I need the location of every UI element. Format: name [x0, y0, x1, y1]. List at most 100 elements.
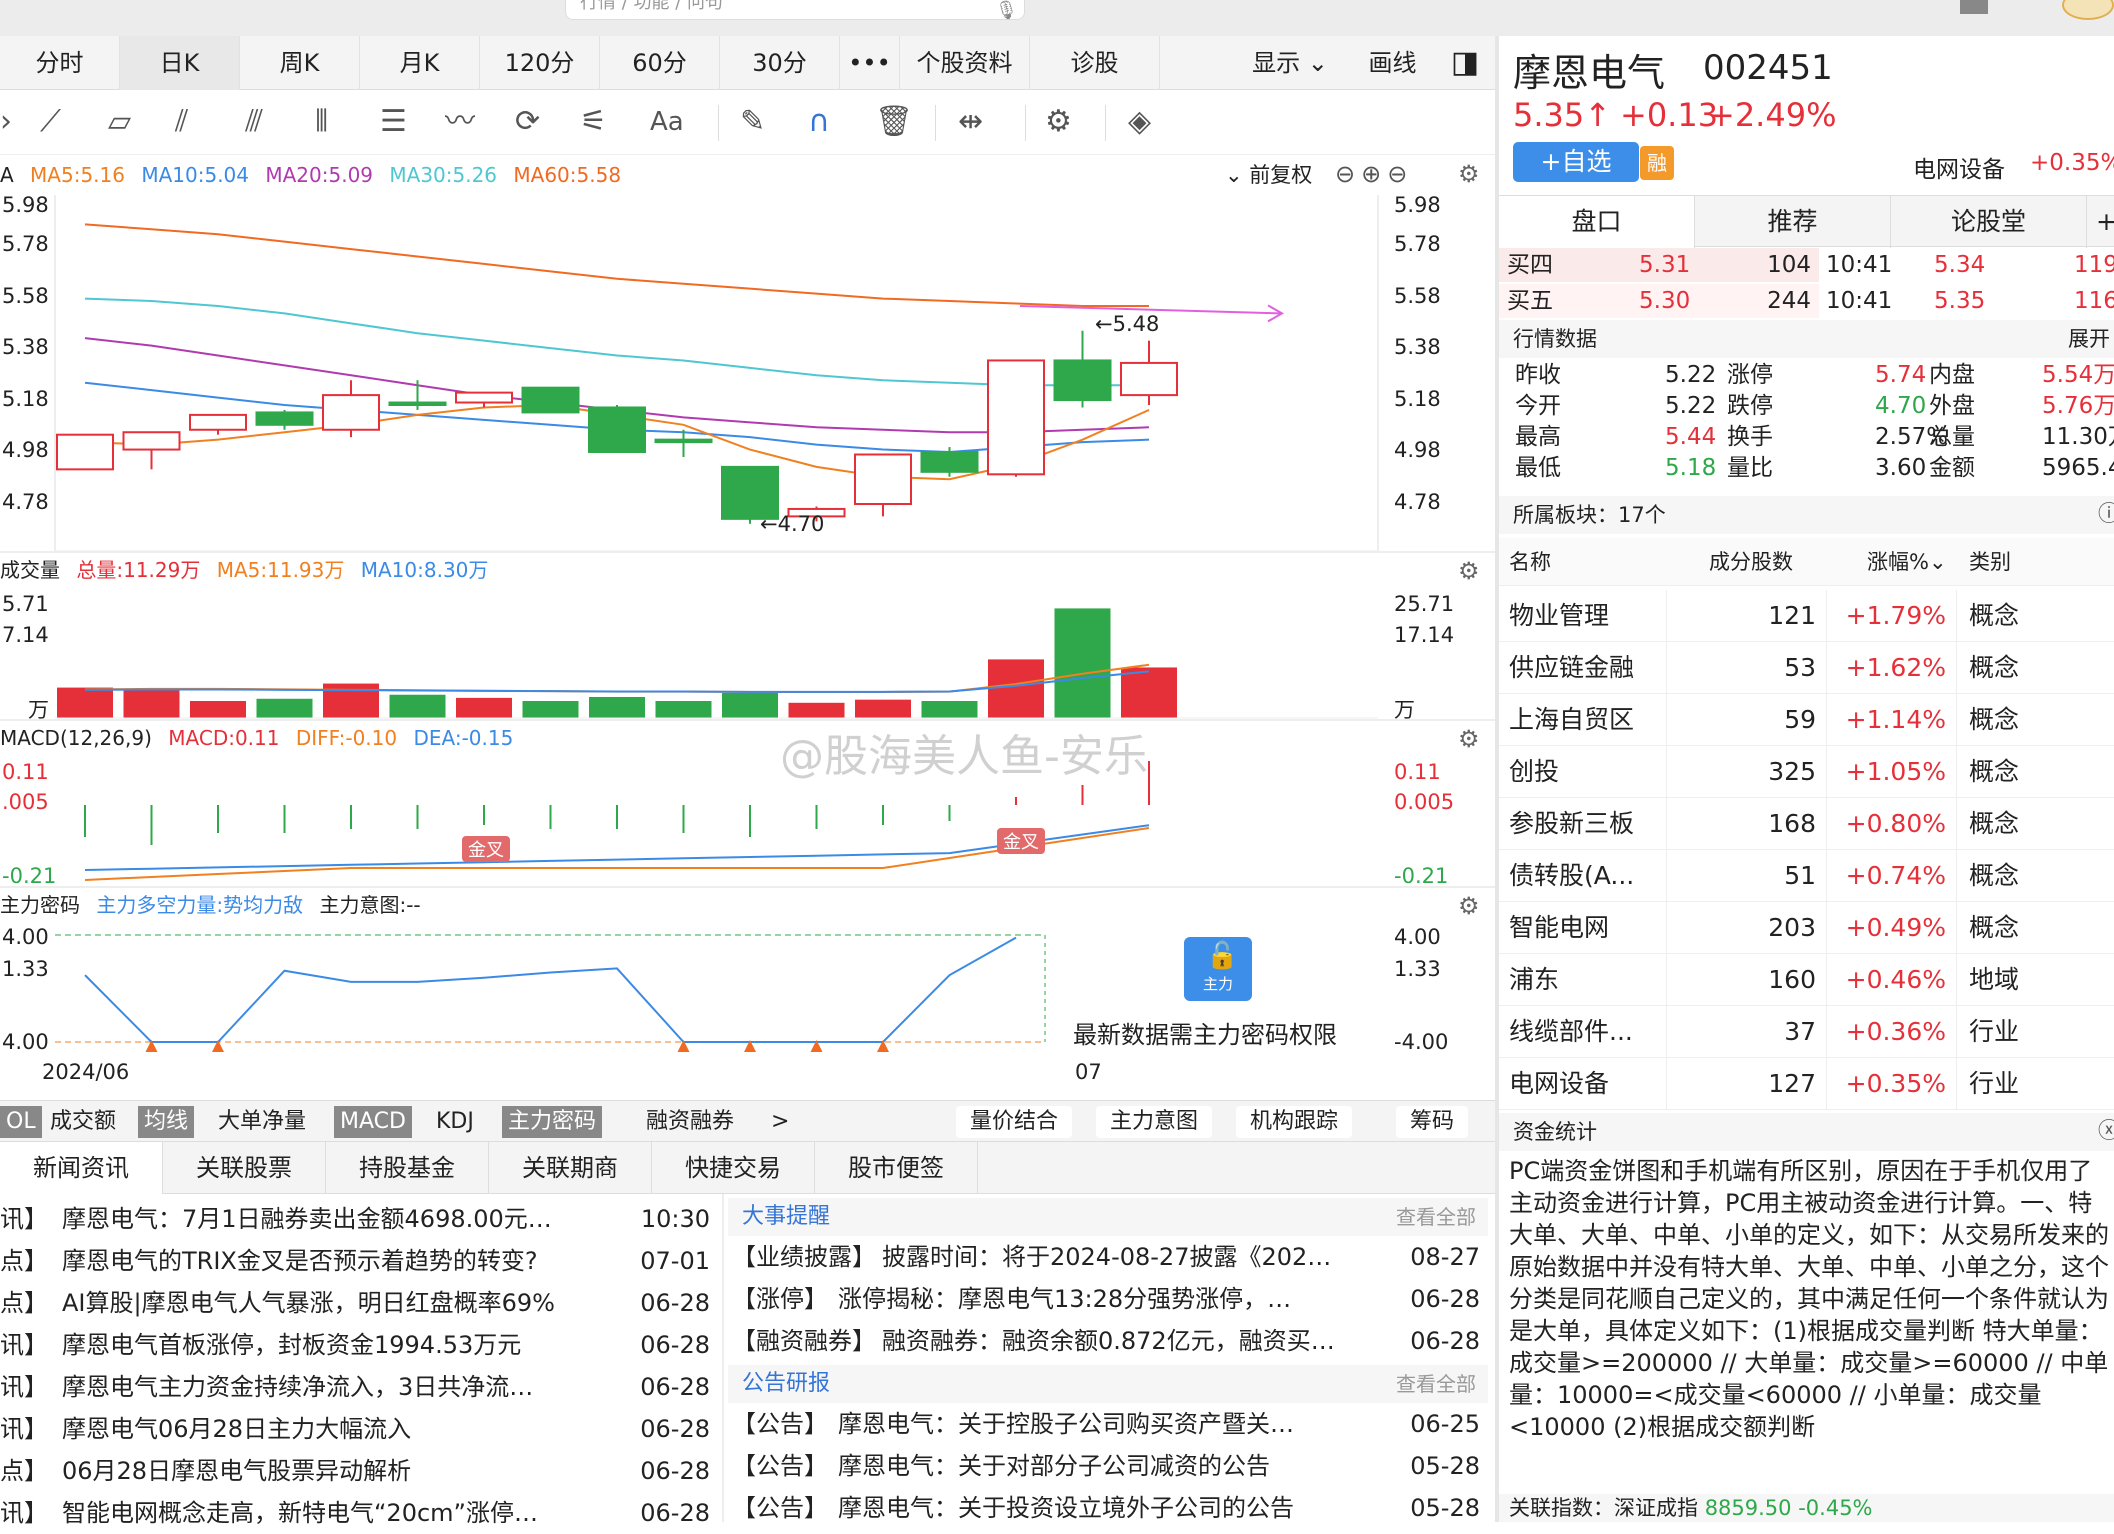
range-icon[interactable]: ⇹ [958, 104, 983, 140]
cycle-icon[interactable]: ⟳ [515, 104, 540, 140]
col-header-type[interactable]: 类别 [1969, 538, 2011, 590]
tab-chips[interactable]: 筹码 [1396, 1106, 1469, 1138]
tab-diagnosis[interactable]: 诊股 [1030, 36, 1160, 90]
sector-row[interactable]: 线缆部件... 37 +0.36% 行业 [1499, 1006, 2114, 1058]
event-item[interactable]: 【涨停】 涨停揭秘：摩恩电气13:28分强势涨停，… 06-28 [728, 1278, 1488, 1320]
sector-row[interactable]: 债转股(A... 51 +0.74% 概念 [1499, 850, 2114, 902]
sector-row[interactable]: 创投 325 +1.05% 概念 [1499, 746, 2114, 798]
event-item[interactable]: 【公告】 摩恩电气：关于对部分子公司减资的公告 05-28 [728, 1445, 1488, 1487]
expand-link[interactable]: 展开 [2068, 320, 2110, 358]
zljm-settings-icon[interactable]: ⚙ [1458, 892, 1480, 920]
tab-holding-funds[interactable]: 持股基金 [326, 1142, 489, 1194]
tab-related-stocks[interactable]: 关联股票 [163, 1142, 326, 1194]
tab-notes[interactable]: 股市便签 [815, 1142, 978, 1194]
layers-icon[interactable]: ◈ [1128, 104, 1151, 140]
eraser-icon[interactable]: ✎ [740, 104, 765, 140]
tab-60min[interactable]: 60分 [600, 36, 720, 90]
tab-big-order[interactable]: 大单净量 [212, 1106, 312, 1138]
settings-icon[interactable]: ⚙ [1045, 104, 1072, 140]
news-item[interactable]: 点】 摩恩电气的TRIX金叉是否预示着趋势的转变? 07-01 [0, 1240, 720, 1282]
view-all-link[interactable]: 查看全部 [1396, 1198, 1476, 1236]
tab-related-futures[interactable]: 关联期商 [489, 1142, 652, 1194]
tab-price-volume[interactable]: 量价结合 [956, 1106, 1073, 1138]
event-item[interactable]: 【融资融券】 融资融券：融资余额0.872亿元，融资买… 06-28 [728, 1320, 1488, 1362]
search-input[interactable]: 行情 / 功能 / 问句 [565, 0, 1025, 20]
tab-forum[interactable]: 论股堂 [1891, 196, 2087, 248]
tab-macd[interactable]: MACD [334, 1106, 412, 1138]
news-item[interactable]: 讯】 智能电网概念走高，新特电气“20cm”涨停… 06-28 [0, 1492, 720, 1534]
tab-stock-profile[interactable]: 个股资料 [900, 36, 1030, 90]
news-item[interactable]: 讯】 摩恩电气首板涨停，封板资金1994.53万元 06-28 [0, 1324, 720, 1366]
tab-monthly-k[interactable]: 月K [360, 36, 480, 90]
news-item[interactable]: 点】 AI算股|摩恩电气人气暴涨，明日红盘概率69% 06-28 [0, 1282, 720, 1324]
unlock-button[interactable]: 🔓 主力 [1184, 937, 1252, 1001]
macd-settings-icon[interactable]: ⚙ [1458, 725, 1480, 753]
news-item[interactable]: 讯】 摩恩电气06月28日主力大幅流入 06-28 [0, 1408, 720, 1450]
fibonacci-icon[interactable]: ☰ [380, 104, 407, 140]
rectangle-icon[interactable]: ▱ [108, 104, 131, 140]
tab-vol[interactable]: OL [0, 1106, 42, 1138]
event-item[interactable]: 【公告】 摩恩电气：关于投资设立境外子公司的公告 05-28 [728, 1487, 1488, 1529]
margin-badge[interactable]: 融 [1640, 146, 1674, 180]
tab-recommend[interactable]: 推荐 [1695, 196, 1891, 248]
tab-institution[interactable]: 机构跟踪 [1236, 1106, 1353, 1138]
fan-lines-icon[interactable]: ⫽ [175, 104, 188, 140]
news-item[interactable]: 点】 06月28日摩恩电气股票异动解析 06-28 [0, 1450, 720, 1492]
line-segment-icon[interactable]: ⟋ [40, 104, 61, 140]
info-icon[interactable]: ⓘ [2098, 496, 2114, 534]
window-icon[interactable] [1960, 0, 1988, 14]
sector-name[interactable]: 电网设备 [1913, 150, 2005, 184]
add-watchlist-button[interactable]: +自选 [1513, 142, 1639, 182]
event-item[interactable]: 【公告】 摩恩电气：关于控股子公司购买资产暨关联… 06-25 [728, 1403, 1488, 1445]
draw-line-button[interactable]: 画线 [1350, 36, 1435, 90]
gann-icon[interactable]: ⚟ [580, 104, 607, 140]
tab-daily-k[interactable]: 日K [120, 36, 240, 90]
tab-news[interactable]: 新闻资讯 [0, 1142, 163, 1194]
event-date: 06-25 [1410, 1410, 1480, 1438]
text-tool-icon[interactable]: Aa [650, 104, 684, 140]
view-all-link[interactable]: 查看全部 [1396, 1365, 1476, 1403]
tab-more[interactable]: ••• [840, 36, 900, 90]
close-icon[interactable]: ⓧ [2098, 1113, 2114, 1151]
tab-zljm[interactable]: 主力密码 [502, 1106, 603, 1138]
tab-margin[interactable]: 融资融券 [640, 1106, 740, 1138]
magnet-icon[interactable]: ∩ [808, 104, 830, 140]
tab-kdj[interactable]: KDJ [430, 1106, 480, 1138]
tab-120min[interactable]: 120分 [480, 36, 600, 90]
news-item[interactable]: 讯】 摩恩电气：7月1日融券卖出金额4698.00元… 10:30 [0, 1198, 720, 1240]
sector-row[interactable]: 供应链金融 53 +1.62% 概念 [1499, 642, 2114, 694]
tab-ma[interactable]: 均线 [138, 1106, 195, 1138]
wave-icon[interactable]: 〰 [445, 104, 475, 140]
sector-row[interactable]: 浦东 160 +0.46% 地域 [1499, 954, 2114, 1006]
tab-turnover[interactable]: 成交额 [44, 1106, 122, 1138]
col-header-pct[interactable]: 涨幅%⌄ [1867, 538, 1947, 590]
vertical-lines-icon[interactable]: ⦀ [315, 104, 328, 140]
col-header-count[interactable]: 成分股数 [1709, 538, 1793, 590]
sector-row[interactable]: 智能电网 203 +0.49% 概念 [1499, 902, 2114, 954]
display-dropdown[interactable]: 显示 ⌄ [1230, 36, 1350, 90]
trash-icon[interactable]: 🗑 [875, 104, 913, 140]
tab-orderbook[interactable]: 盘口 [1499, 196, 1695, 248]
news-item[interactable]: 讯】 摩恩电气主力资金持续净流入，3日共净流… 06-28 [0, 1366, 720, 1408]
tab-30min[interactable]: 30分 [720, 36, 840, 90]
sector-row[interactable]: 电网设备 127 +0.35% 行业 [1499, 1058, 2114, 1110]
sector-row[interactable]: 物业管理 121 +1.79% 概念 [1499, 590, 2114, 642]
tab-main-intent[interactable]: 主力意图 [1096, 1106, 1213, 1138]
bid-price: 5.30 [1639, 288, 1691, 314]
microphone-icon[interactable]: 🎙 [995, 0, 1018, 21]
col-header-name[interactable]: 名称 [1509, 538, 1551, 590]
parallel-lines-icon[interactable]: ⫻ [245, 104, 263, 140]
related-index[interactable]: 关联指数：深证成指 8859.50 -0.45% [1499, 1494, 2114, 1522]
event-item[interactable]: 【业绩披露】 披露时间：将于2024-08-27披露《202… 08-27 [728, 1236, 1488, 1278]
add-tab-icon[interactable]: + [2087, 196, 2114, 248]
tab-intraday[interactable]: 分时 [0, 36, 120, 90]
tab-quick-trade[interactable]: 快捷交易 [652, 1142, 815, 1194]
axis-tick: 1.33 [2, 957, 49, 981]
panel-toggle-icon[interactable]: ◨ [1440, 36, 1490, 90]
volume-settings-icon[interactable]: ⚙ [1458, 557, 1480, 585]
tab-weekly-k[interactable]: 周K [240, 36, 360, 90]
tab-scroll-right[interactable]: > [765, 1106, 795, 1138]
sector-row[interactable]: 上海自贸区 59 +1.14% 概念 [1499, 694, 2114, 746]
sector-row[interactable]: 参股新三板 168 +0.80% 概念 [1499, 798, 2114, 850]
arrow-icon[interactable]: › [0, 104, 12, 140]
